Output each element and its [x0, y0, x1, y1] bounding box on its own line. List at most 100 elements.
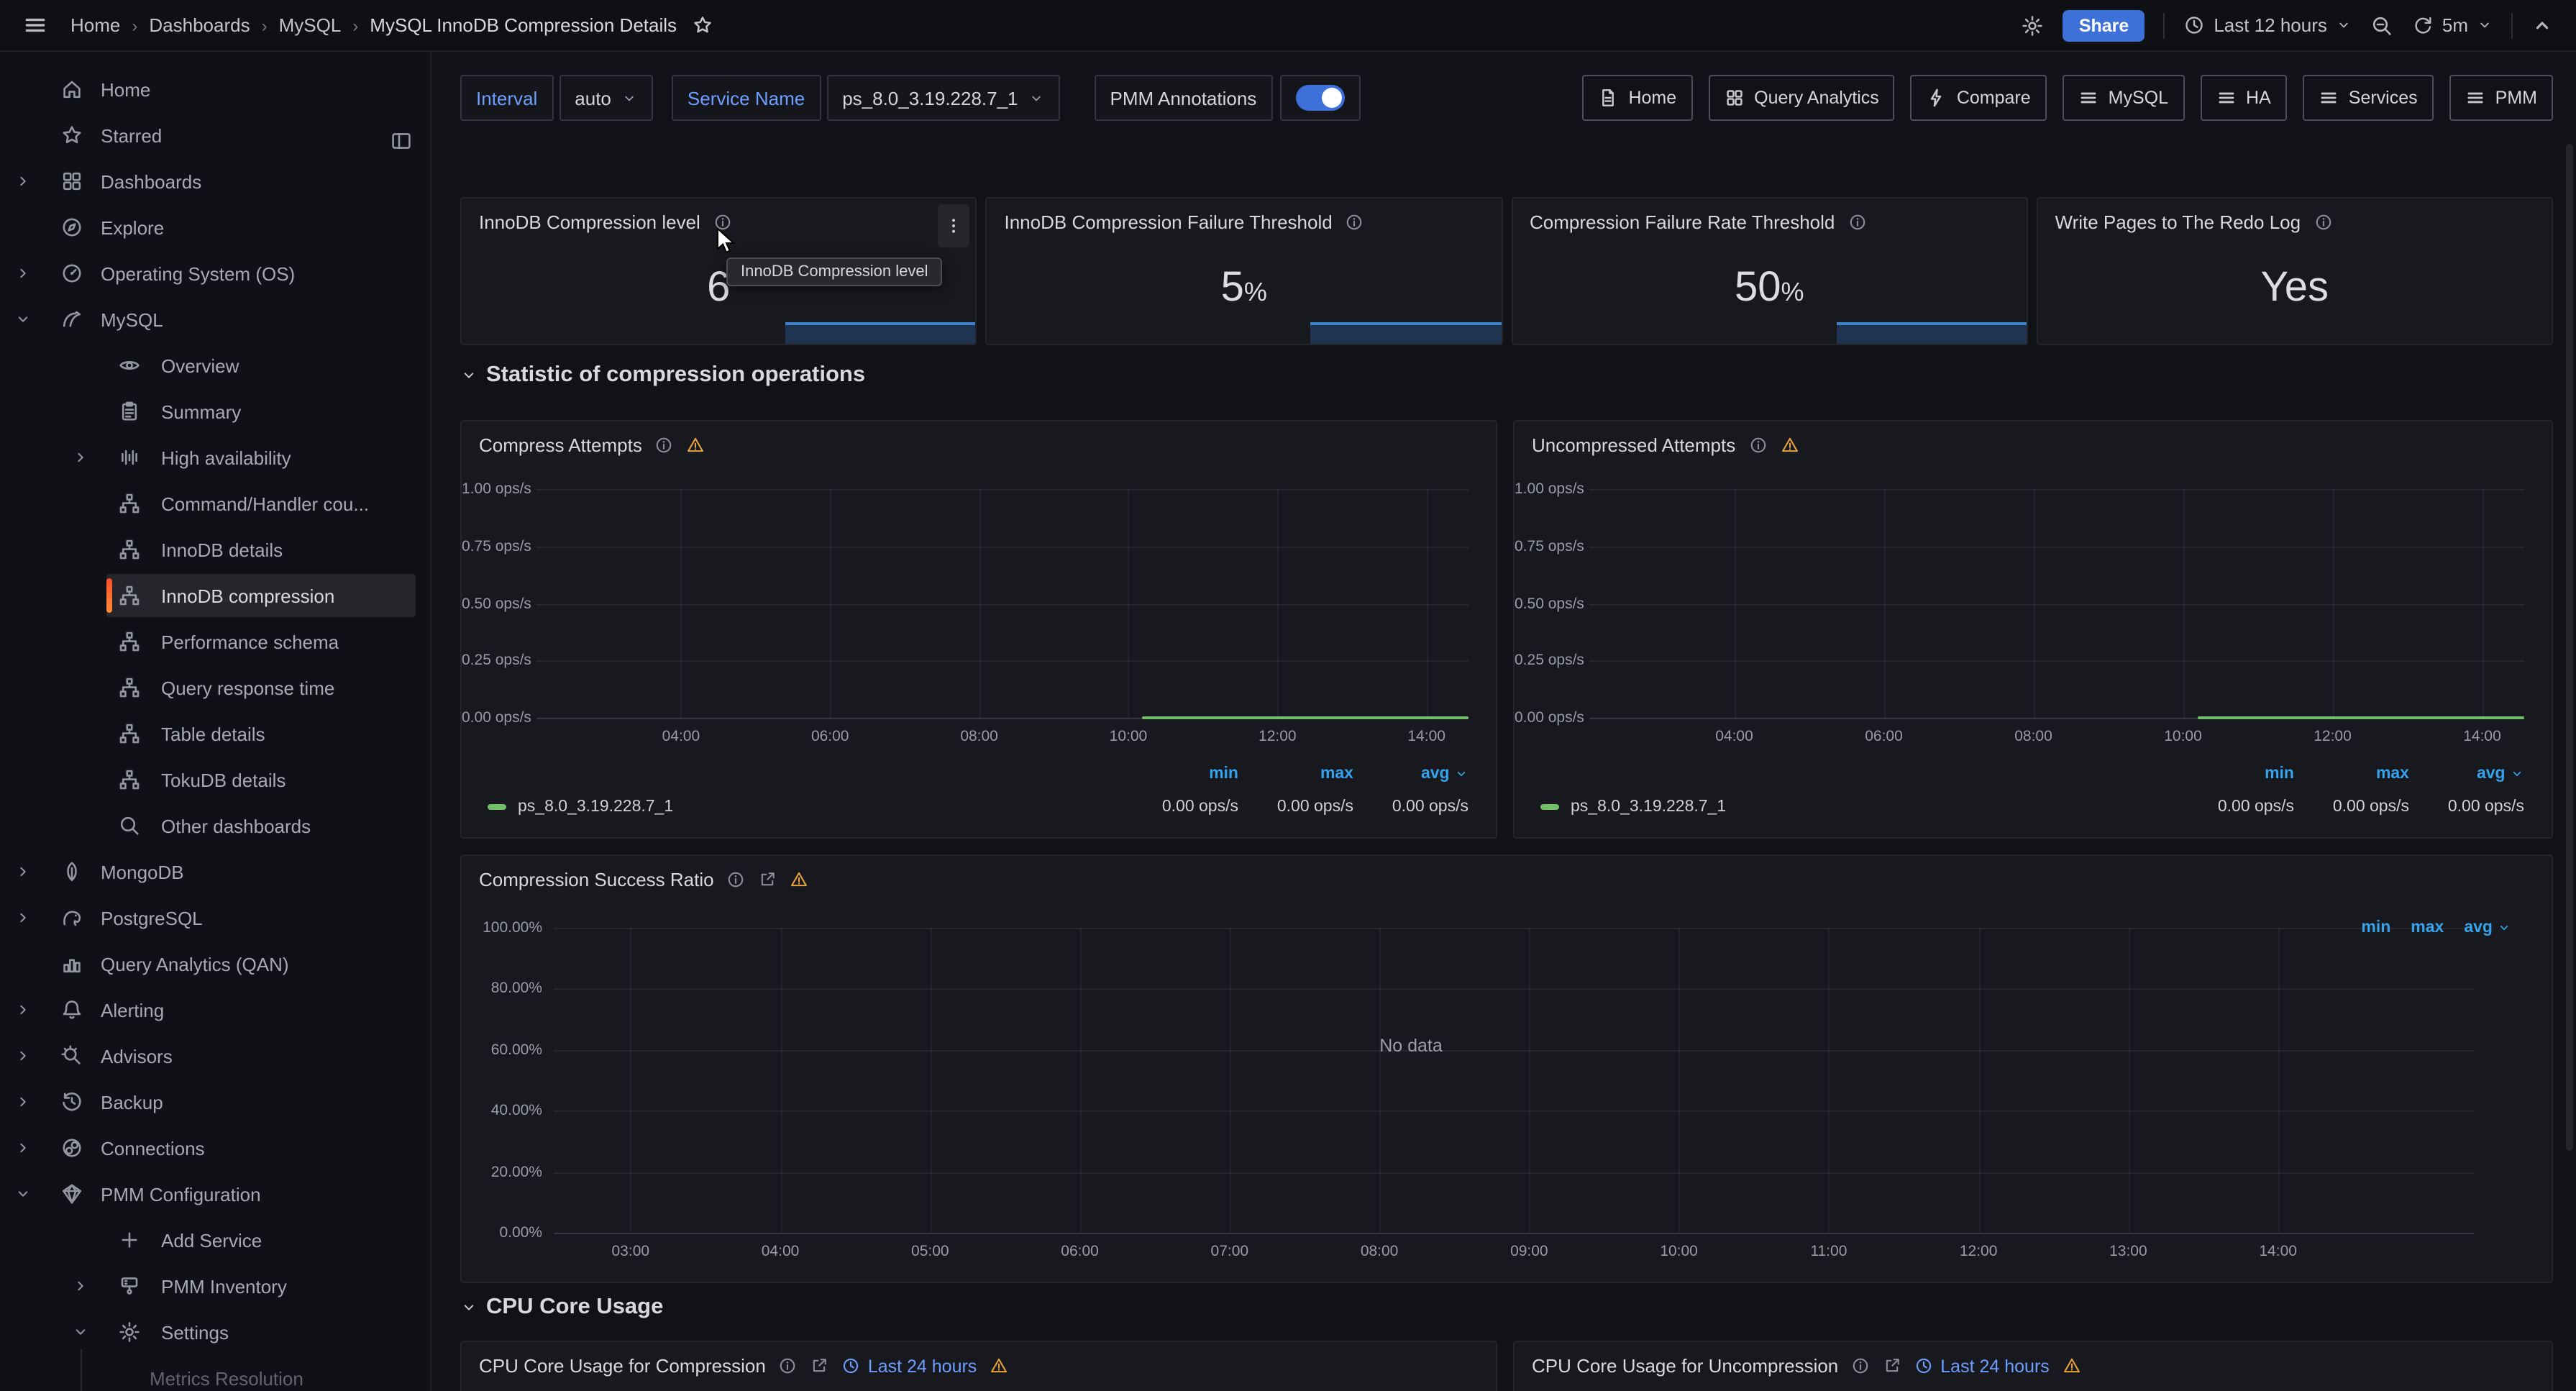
sidebar-item-tokudb-details[interactable]: TokuDB details [0, 757, 430, 803]
section-header-statistics[interactable]: Statistic of compression operations [460, 362, 865, 388]
chart-plot-area[interactable] [1589, 489, 2524, 718]
sidebar-item-overview[interactable]: Overview [0, 342, 430, 388]
sidebar-item-query-response-time[interactable]: Query response time [0, 665, 430, 711]
external-link-icon[interactable] [810, 1356, 829, 1375]
legend-stat-avg[interactable]: avg [1353, 765, 1469, 783]
chevron-right-icon[interactable] [72, 1277, 89, 1295]
nav-button-compare[interactable]: Compare [1911, 75, 2047, 121]
panel-time-override[interactable]: Last 24 hours [842, 1356, 977, 1376]
dashboard-settings-gear-icon[interactable] [2022, 14, 2045, 37]
sidebar-item-starred[interactable]: Starred [0, 112, 430, 158]
nav-button-pmm[interactable]: PMM [2449, 75, 2553, 121]
external-link-icon[interactable] [1883, 1356, 1901, 1375]
share-button[interactable]: Share [2063, 9, 2145, 41]
sidebar-item-innodb-details[interactable]: InnoDB details [0, 526, 430, 573]
chevron-right-icon[interactable] [14, 863, 32, 880]
legend-stat-min[interactable]: min [2361, 919, 2390, 936]
sidebar-item-operating-system-os[interactable]: Operating System (OS) [0, 250, 430, 296]
sidebar-item-explore[interactable]: Explore [0, 204, 430, 250]
info-icon[interactable] [2314, 213, 2332, 232]
legend-series-name[interactable]: ps_8.0_3.19.228.7_1 [1571, 798, 1726, 816]
chart-plot-area[interactable] [554, 928, 2474, 1233]
sidebar-item-table-details[interactable]: Table details [0, 711, 430, 757]
variable-value-dropdown[interactable]: auto [559, 75, 653, 121]
sidebar-item-query-analytics-qan[interactable]: Query Analytics (QAN) [0, 941, 430, 987]
external-link-icon[interactable] [759, 870, 777, 889]
panel-menu-kebab-icon[interactable] [938, 204, 970, 247]
info-icon[interactable] [1748, 436, 1767, 455]
legend-stat-min[interactable]: min [1123, 765, 1238, 783]
legend-stat-max[interactable]: max [2294, 765, 2409, 783]
nav-button-query-analytics[interactable]: Query Analytics [1708, 75, 1895, 121]
info-icon[interactable] [1346, 213, 1364, 232]
sidebar-item-postgresql[interactable]: PostgreSQL [0, 895, 430, 941]
warning-icon[interactable] [990, 1356, 1008, 1375]
variable-value-dropdown[interactable]: ps_8.0_3.19.228.7_1 [826, 75, 1059, 121]
warning-icon[interactable] [687, 436, 705, 455]
sidebar-item-backup[interactable]: Backup [0, 1079, 430, 1125]
chevron-down-icon[interactable] [14, 1185, 32, 1203]
breadcrumb-item[interactable]: Home [70, 14, 120, 36]
sidebar-item-metrics-resolution[interactable]: Metrics Resolution [0, 1355, 430, 1391]
chart-plot-area[interactable] [536, 489, 1469, 718]
nav-button-mysql[interactable]: MySQL [2063, 75, 2184, 121]
sidebar-item-performance-schema[interactable]: Performance schema [0, 619, 430, 665]
scrollbar-thumb[interactable] [2566, 144, 2573, 1151]
warning-icon[interactable] [2063, 1356, 2081, 1375]
refresh-picker[interactable]: 5m [2412, 14, 2493, 36]
nav-button-ha[interactable]: HA [2200, 75, 2287, 121]
pmm-annotations-toggle[interactable] [1279, 75, 1360, 121]
sidebar-item-home[interactable]: Home [0, 66, 430, 112]
sidebar-item-alerting[interactable]: Alerting [0, 987, 430, 1033]
chevron-right-icon[interactable] [14, 909, 32, 926]
breadcrumb-item[interactable]: MySQL [279, 14, 342, 36]
chevron-down-icon[interactable] [72, 1323, 89, 1341]
legend-stat-avg[interactable]: avg [2464, 919, 2511, 936]
legend-stat-min[interactable]: min [2179, 765, 2294, 783]
info-icon[interactable] [655, 436, 674, 455]
sidebar-item-settings[interactable]: Settings [0, 1309, 430, 1355]
sidebar-item-mysql[interactable]: MySQL [0, 296, 430, 342]
warning-icon[interactable] [790, 870, 809, 889]
sidebar-item-advisors[interactable]: Advisors [0, 1033, 430, 1079]
sidebar-item-mongodb[interactable]: MongoDB [0, 849, 430, 895]
legend-stat-max[interactable]: max [1238, 765, 1353, 783]
chevron-right-icon[interactable] [14, 173, 32, 190]
chevron-right-icon[interactable] [14, 1093, 32, 1110]
sidebar-item-other-dashboards[interactable]: Other dashboards [0, 803, 430, 849]
info-icon[interactable] [727, 870, 746, 889]
legend-stat-avg[interactable]: avg [2409, 765, 2524, 783]
sidebar-item-pmm-configuration[interactable]: PMM Configuration [0, 1171, 430, 1217]
info-icon[interactable] [1847, 213, 1866, 232]
sidebar-item-pmm-inventory[interactable]: PMM Inventory [0, 1263, 430, 1309]
breadcrumb-item[interactable]: Dashboards [149, 14, 250, 36]
nav-button-home[interactable]: Home [1582, 75, 1692, 121]
time-range-picker[interactable]: Last 12 hours [2183, 14, 2352, 36]
sidebar-item-connections[interactable]: Connections [0, 1125, 430, 1171]
collapse-kiosk-caret-icon[interactable] [2531, 14, 2553, 36]
info-icon[interactable] [1851, 1356, 1870, 1375]
menu-toggle-icon[interactable] [23, 13, 47, 37]
chevron-down-icon[interactable] [14, 311, 32, 328]
legend-series-name[interactable]: ps_8.0_3.19.228.7_1 [518, 798, 673, 816]
chevron-right-icon[interactable] [14, 1139, 32, 1157]
chevron-right-icon[interactable] [14, 265, 32, 282]
warning-icon[interactable] [1780, 436, 1799, 455]
panel-time-override[interactable]: Last 24 hours [1914, 1356, 2050, 1376]
toggle-switch-on[interactable] [1295, 85, 1344, 111]
chevron-right-icon[interactable] [14, 1001, 32, 1018]
sidebar-item-dashboards[interactable]: Dashboards [0, 158, 430, 204]
info-icon[interactable] [779, 1356, 798, 1375]
chevron-right-icon[interactable] [72, 449, 89, 466]
sidebar-item-command-handler-cou[interactable]: Command/Handler cou... [0, 480, 430, 526]
sidebar-item-summary[interactable]: Summary [0, 388, 430, 434]
zoom-out-icon[interactable] [2370, 14, 2393, 37]
section-header-cpu[interactable]: CPU Core Usage [460, 1295, 663, 1321]
chevron-right-icon[interactable] [14, 1047, 32, 1064]
sidebar-item-innodb-compression[interactable]: InnoDB compression [0, 573, 430, 619]
nav-button-services[interactable]: Services [2303, 75, 2434, 121]
breadcrumb-item[interactable]: MySQL InnoDB Compression Details [370, 14, 677, 36]
favorite-star-icon[interactable] [691, 14, 713, 36]
legend-stat-max[interactable]: max [2411, 919, 2444, 936]
sidebar-item-add-service[interactable]: Add Service [0, 1217, 430, 1263]
